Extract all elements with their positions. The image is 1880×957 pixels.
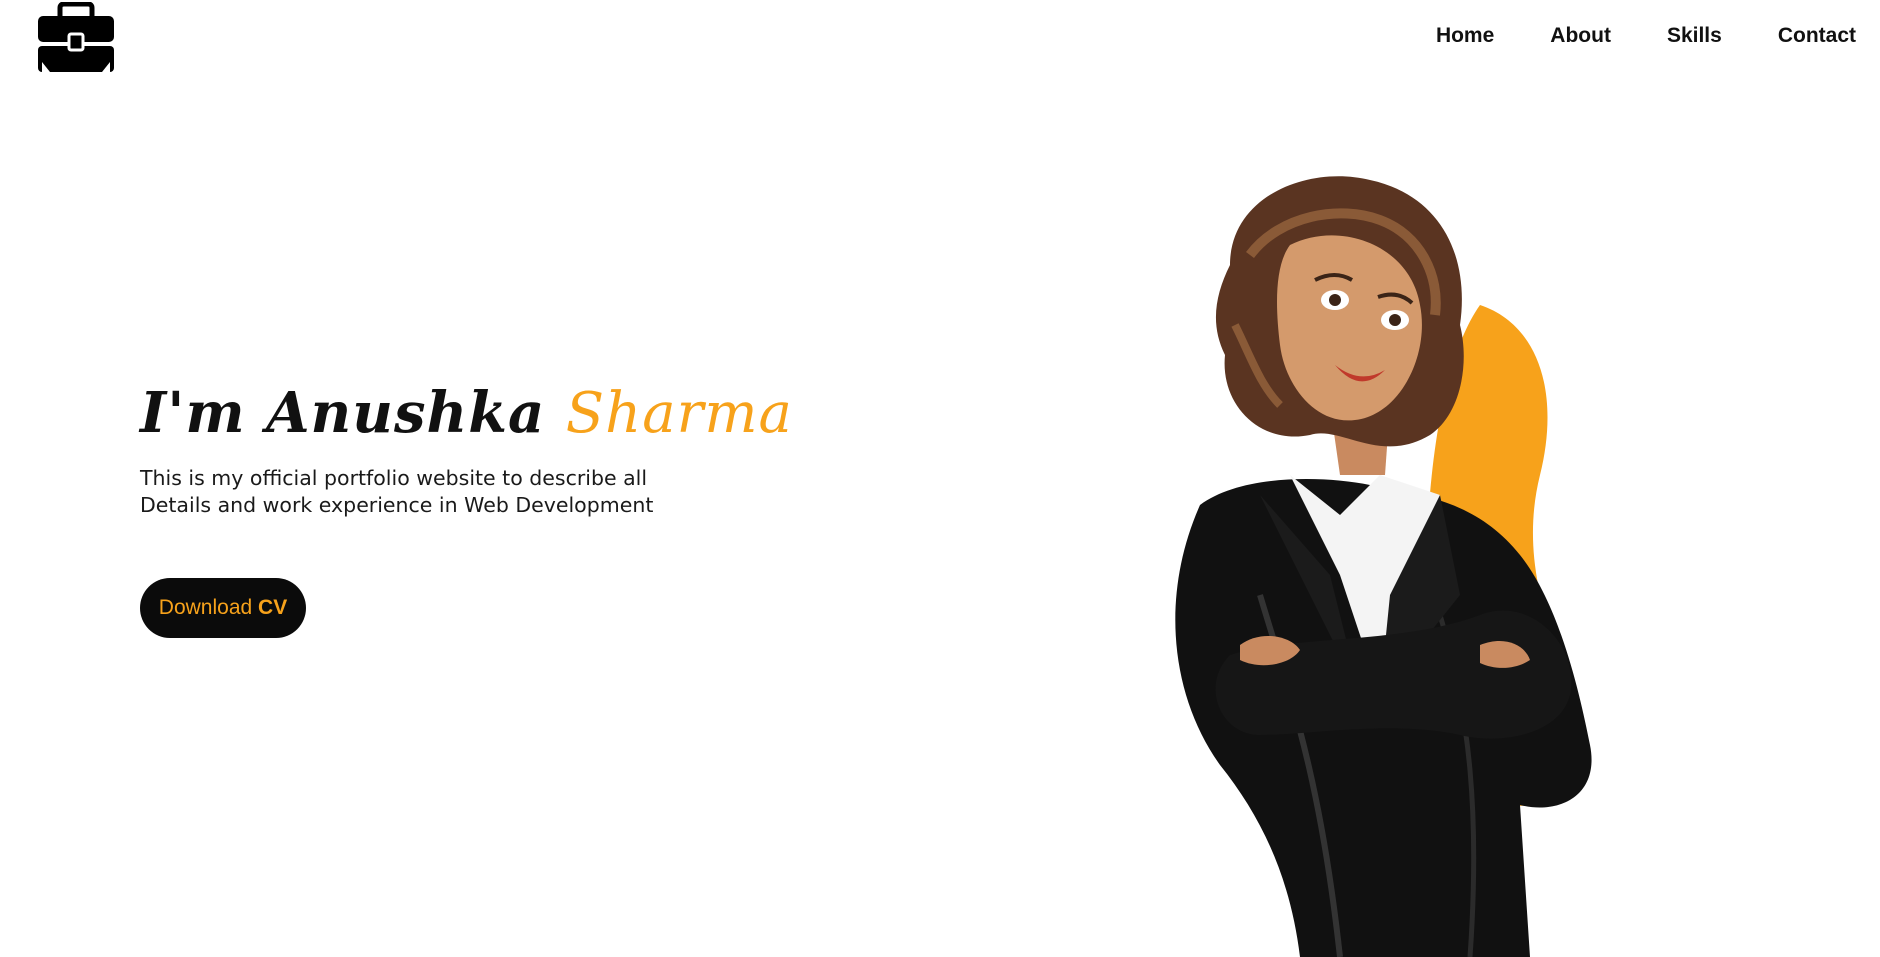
cv-button-label: Download [158,596,253,619]
briefcase-icon[interactable] [36,1,116,72]
portrait-illustration [1140,175,1620,957]
hero-description: This is my official portfolio website to… [140,465,680,519]
nav-skills[interactable]: Skills [1667,22,1722,50]
hero-title-prefix: I'm Anushka [140,380,546,446]
hero-title: I'm Anushka Sharma [140,380,792,447]
nav-home[interactable]: Home [1436,22,1494,50]
hero-description-line-1: This is my official portfolio website to… [140,466,648,490]
hero-title-accent: Sharma [565,381,793,446]
main-nav: Home About Skills Contact [1380,22,1856,50]
hero-description-line-2: Details and work experience in Web Devel… [140,493,654,517]
hero-section: I'm Anushka Sharma This is my official p… [140,380,792,519]
cv-button-label-strong: CV [258,596,288,619]
page: Home About Skills Contact I'm Anushka Sh… [0,0,1880,957]
nav-about[interactable]: About [1550,22,1611,50]
download-cv-button[interactable]: Download CV [140,578,306,638]
nav-contact[interactable]: Contact [1778,22,1856,50]
